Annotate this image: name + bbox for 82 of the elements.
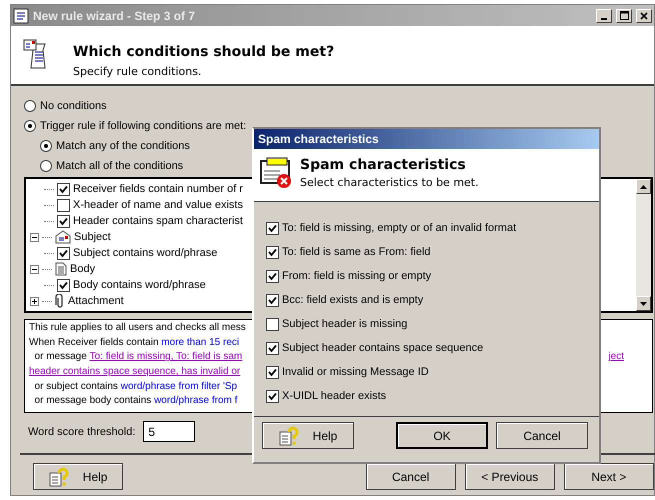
radio-button[interactable] (24, 100, 36, 112)
checkbox[interactable] (266, 222, 279, 234)
paperclip-icon (55, 294, 65, 308)
next-button[interactable]: Next > (564, 463, 654, 490)
expand-icon[interactable] (30, 296, 39, 306)
description-link[interactable]: word/phrase from filter 'Sp (120, 380, 238, 396)
checkbox[interactable] (266, 246, 279, 258)
checkbox[interactable] (57, 214, 70, 228)
cancel-button[interactable]: Cancel (496, 422, 588, 449)
maximize-icon (620, 11, 628, 20)
description-text: This rule applies to all users and checks all mess (29, 322, 246, 335)
collapse-icon[interactable] (30, 232, 39, 242)
dialog-heading: Spam characteristics (300, 157, 467, 173)
page-title: Which conditions should be met? (73, 44, 334, 60)
description-text: When Receiver fields contain (29, 336, 160, 350)
description-text: or message (34, 351, 88, 364)
help-button[interactable]: Help (33, 463, 124, 490)
help-icon (48, 466, 69, 486)
window-title: New rule wizard - Step 3 of 7 (33, 8, 196, 22)
checkbox[interactable] (266, 318, 279, 330)
form-error-icon (260, 157, 292, 189)
minimize-icon (601, 18, 607, 20)
radio-label: Match all of the conditions (56, 160, 184, 172)
radio-label: Trigger rule if following conditions are met: (40, 120, 246, 132)
radio-label: No conditions (40, 100, 107, 112)
up-arrow-icon (640, 184, 647, 188)
characteristic-label[interactable]: X-UIDL header exists (282, 390, 386, 402)
radio-button[interactable] (24, 120, 36, 132)
description-text: or message body contains (34, 395, 152, 408)
condition-label[interactable]: Header contains spam characterist (73, 215, 243, 227)
condition-label[interactable]: X-header of name and value exists (73, 199, 243, 211)
collapse-icon[interactable] (30, 264, 39, 274)
tree-group-label[interactable]: Attachment (68, 295, 124, 307)
checkbox[interactable] (266, 390, 279, 402)
characteristic-label[interactable]: Invalid or missing Message ID (282, 366, 429, 378)
close-button[interactable] (636, 8, 652, 22)
description-link[interactable]: word/phrase from f (154, 395, 238, 410)
radio-label: Match any of the conditions (56, 140, 190, 152)
characteristic-label[interactable]: From: field is missing or empty (282, 270, 432, 282)
characteristic-label[interactable]: To: field is same as From: field (282, 246, 431, 258)
dialog-title: Spam characteristics (254, 129, 599, 149)
condition-label[interactable]: Subject contains word/phrase (73, 247, 218, 259)
cancel-button[interactable]: Cancel (366, 463, 456, 490)
description-link[interactable]: ject (608, 351, 624, 366)
minimize-button[interactable] (596, 8, 612, 22)
close-icon (640, 12, 648, 20)
maximize-button[interactable] (616, 8, 632, 22)
checkbox[interactable] (266, 270, 279, 282)
description-text: or subject contains (34, 380, 119, 394)
help-icon (278, 426, 299, 446)
down-arrow-icon (640, 302, 647, 306)
checkbox[interactable] (266, 366, 279, 378)
help-button[interactable]: Help (262, 422, 354, 449)
document-icon (55, 262, 67, 276)
condition-label[interactable]: Receiver fields contain number of r (73, 183, 243, 195)
checkbox[interactable] (266, 294, 279, 306)
checkbox[interactable] (266, 342, 279, 354)
tree-group-label[interactable]: Body (70, 263, 96, 275)
scrollbar[interactable] (636, 179, 651, 311)
characteristic-label[interactable]: Subject header is missing (282, 318, 408, 330)
condition-label[interactable]: Body contains word/phrase (73, 279, 206, 291)
dialog-subtitle: Select characteristics to be met. (300, 176, 479, 189)
checkbox[interactable] (57, 246, 70, 260)
checkbox[interactable] (57, 182, 70, 196)
app-icon (13, 8, 29, 24)
description-link[interactable]: To: field is missing, To: field is sam (90, 351, 242, 366)
ok-button[interactable]: OK (396, 422, 488, 449)
characteristic-label[interactable]: Subject header contains space sequence (282, 342, 484, 354)
characteristic-label[interactable]: To: field is missing, empty or of an invalid format (282, 222, 516, 234)
checkbox[interactable] (57, 198, 70, 212)
radio-button[interactable] (40, 140, 52, 152)
threshold-label: Word score threshold: (28, 426, 136, 438)
description-link[interactable]: more than 15 reci (161, 336, 240, 352)
envelope-icon (55, 230, 71, 244)
threshold-field[interactable]: 5 (143, 421, 196, 442)
radio-button[interactable] (40, 160, 52, 172)
checkbox[interactable] (57, 278, 70, 292)
tree-group-label[interactable]: Subject (74, 231, 111, 243)
description-link[interactable]: header contains space sequence, has invalid or (29, 366, 240, 381)
previous-button[interactable]: < Previous (464, 463, 555, 490)
page-subtitle: Specify rule conditions. (73, 65, 202, 78)
characteristic-label[interactable]: Bcc: field exists and is empty (282, 294, 424, 306)
